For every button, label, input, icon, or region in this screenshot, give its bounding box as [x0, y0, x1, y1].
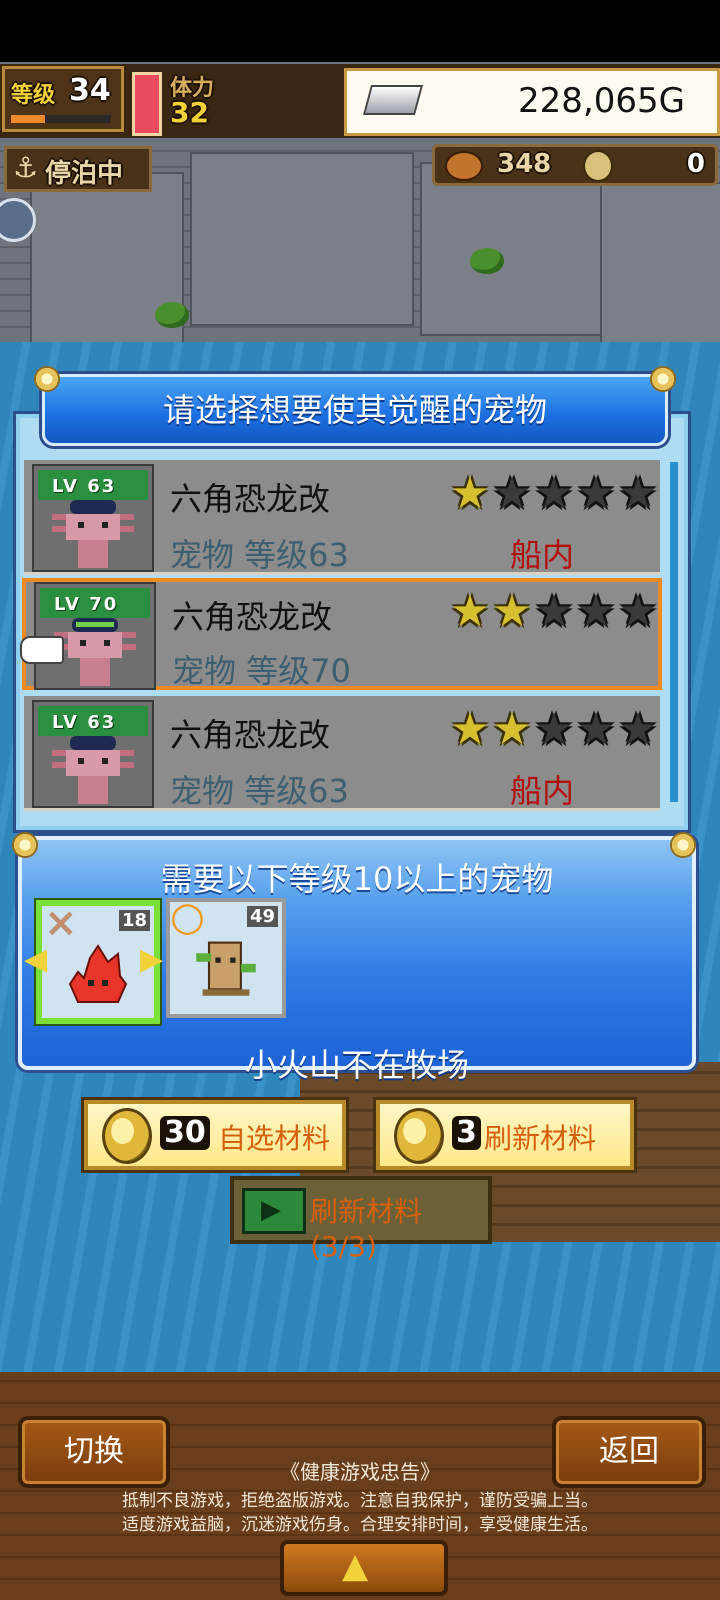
anchor-icon: ⚓: [13, 151, 39, 184]
refresh-label: 刷新材料: [484, 1122, 597, 1155]
exp-bar: [11, 115, 111, 123]
dialog-title: 请选择想要使其觉醒的宠物: [162, 391, 547, 429]
cross-mark-icon: ×: [44, 900, 78, 946]
stamina-value: 32: [170, 96, 209, 129]
refresh-cost: 3: [452, 1116, 481, 1150]
gold-box: 228,065G: [344, 68, 720, 136]
stamina-gauge: [132, 72, 162, 136]
list-scrollbar[interactable]: [670, 462, 678, 802]
refresh-material-button[interactable]: 3 刷新材料: [376, 1100, 634, 1170]
requirement-message: 小火山不在牧场: [244, 1046, 469, 1084]
resource-box: 348 0: [432, 144, 718, 186]
banner-ornament-right: [650, 366, 676, 392]
gold-amount: 228,065G: [518, 81, 685, 121]
health-notice-line2: 适度游戏益脑，沉迷游戏伤身。合理安排时间，享受健康生活。: [122, 1515, 598, 1535]
gold-coin-icon: [394, 1108, 444, 1164]
gold-coin-icon: [102, 1108, 152, 1164]
arrow-right-icon[interactable]: ▶: [140, 942, 163, 977]
material-card[interactable]: ○ 49: [166, 894, 286, 1018]
level-label: 等级: [11, 83, 56, 108]
video-refresh-label: 刷新材料(3/3): [310, 1195, 423, 1263]
choose-material-button[interactable]: 30 自选材料: [84, 1100, 346, 1170]
health-notice-title: 《健康游戏忠告》: [280, 1460, 440, 1484]
fire-spirit-icon: [68, 944, 128, 1003]
tree-stump-icon: [196, 941, 256, 996]
health-notice-line1: 抵制不良游戏，拒绝盗版游戏。注意自我保护，谨防受骗上当。: [122, 1491, 598, 1511]
top-hud: 等级 34 体力 32 228,065G: [0, 64, 720, 138]
food-count: 348: [497, 149, 552, 179]
tv-play-icon: ▶: [242, 1188, 306, 1234]
bottom-bar: 切换 返回 《健康游戏忠告》 抵制不良游戏，拒绝盗版游戏。注意自我保护，谨防受骗…: [0, 1372, 720, 1600]
coin-count: 0: [686, 149, 705, 179]
up-arrow-icon: ▲: [342, 1546, 369, 1586]
pet-list-frame: [16, 414, 688, 830]
player-level-box: 等级 34: [2, 66, 124, 132]
level-value: 34: [69, 73, 111, 108]
arrow-left-icon[interactable]: ◀: [24, 942, 47, 977]
medal-coin-icon: [583, 150, 613, 182]
requirement-title: 需要以下等级10以上的宠物: [160, 860, 554, 898]
meat-icon: [445, 151, 483, 181]
choose-cost: 30: [160, 1116, 210, 1150]
status-text: 停泊中: [45, 159, 124, 189]
dialog-title-banner: 请选择想要使其觉醒的宠物: [42, 374, 668, 446]
choose-label: 自选材料: [218, 1122, 331, 1155]
expand-menu-button[interactable]: ▲: [280, 1540, 448, 1596]
material-level: 49: [246, 906, 278, 927]
banner-ornament-left: [34, 366, 60, 392]
material-level: 18: [118, 910, 150, 931]
silver-ingot-icon: [362, 85, 424, 115]
status-badge: ⚓ 停泊中: [4, 146, 152, 192]
video-refresh-button[interactable]: ▶ 刷新材料(3/3): [230, 1176, 492, 1263]
